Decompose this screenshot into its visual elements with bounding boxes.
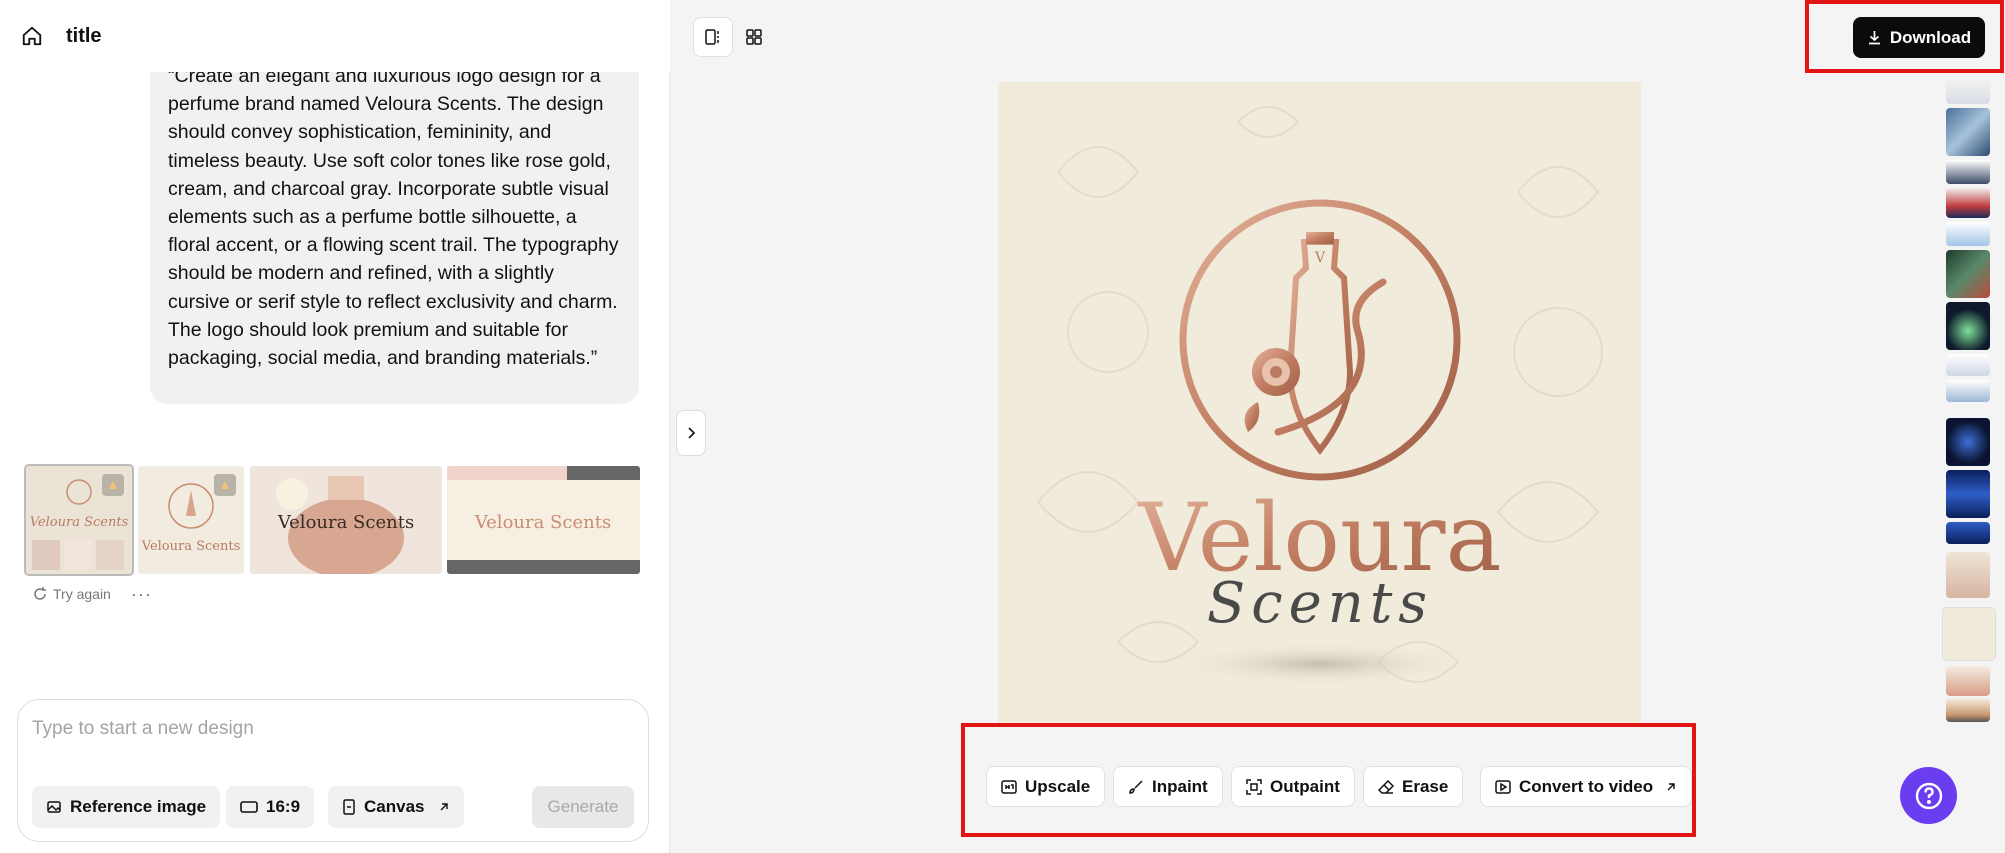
image-icon xyxy=(47,801,61,813)
result-thumbnail-2[interactable]: Veloura Scents xyxy=(138,466,244,574)
external-link-icon xyxy=(440,803,449,811)
single-view-icon xyxy=(705,29,719,45)
history-thumbnail[interactable] xyxy=(1946,250,1990,298)
try-again-button[interactable]: Try again xyxy=(32,586,111,602)
history-thumbnail[interactable] xyxy=(1946,302,1990,350)
prompt-message: “Create an elegant and luxurious logo de… xyxy=(150,40,639,404)
result-thumbnail-3[interactable]: Veloura Scents xyxy=(250,466,442,574)
history-thumbnail[interactable] xyxy=(1946,418,1990,466)
single-view-toggle[interactable] xyxy=(693,17,733,57)
reference-image-button[interactable]: Reference image xyxy=(32,786,221,828)
download-label: Download xyxy=(1889,27,1972,47)
result-thumbnail-1[interactable]: Veloura Scents xyxy=(26,466,132,574)
edit-badge-icon xyxy=(214,474,236,496)
prompt-message-text: “Create an elegant and luxurious logo de… xyxy=(168,65,619,370)
history-strip xyxy=(1943,78,1995,728)
inpaint-button[interactable]: Inpaint xyxy=(1113,766,1223,807)
history-thumbnail[interactable] xyxy=(1946,522,1990,544)
result-actions: Try again ··· xyxy=(32,585,152,603)
generate-button[interactable]: Generate xyxy=(532,786,634,828)
outpaint-button[interactable]: Outpaint xyxy=(1231,766,1355,807)
grid-icon xyxy=(746,29,762,45)
upscale-label: Upscale xyxy=(1025,776,1091,796)
page-title[interactable]: title xyxy=(66,25,102,48)
history-thumbnail[interactable] xyxy=(1946,470,1990,518)
design-composer: Type to start a new design Reference ima… xyxy=(17,699,649,842)
expand-panel-button[interactable] xyxy=(676,410,706,456)
home-icon[interactable] xyxy=(20,24,44,48)
history-thumbnail[interactable] xyxy=(1946,108,1990,156)
convert-to-video-label: Convert to video xyxy=(1519,776,1654,796)
thumb-brand-text: Veloura Scents xyxy=(474,512,611,533)
download-button[interactable]: Download xyxy=(1853,17,1985,58)
thumb-brand-text: Veloura Scents xyxy=(277,512,414,533)
convert-to-video-button[interactable]: Convert to video xyxy=(1480,766,1693,807)
top-bar: title xyxy=(0,0,670,72)
thumb-brand-text: Veloura Scents xyxy=(141,539,241,554)
edit-badge-icon xyxy=(102,474,124,496)
thumb-brand-text: Veloura Scents xyxy=(30,515,129,530)
grid-view-toggle[interactable] xyxy=(734,17,774,57)
history-thumbnail[interactable] xyxy=(1946,160,1990,184)
video-icon xyxy=(1495,779,1511,794)
aspect-ratio-icon xyxy=(240,801,258,813)
history-thumbnail-selected[interactable] xyxy=(1943,608,1995,660)
history-thumbnail[interactable] xyxy=(1946,188,1990,218)
upscale-icon xyxy=(1001,779,1017,794)
history-thumbnail[interactable] xyxy=(1946,380,1990,402)
try-again-label: Try again xyxy=(53,586,111,602)
erase-button[interactable]: Erase xyxy=(1363,766,1464,807)
history-thumbnail[interactable] xyxy=(1946,78,1990,104)
canvas-icon xyxy=(343,799,355,815)
generated-image-preview[interactable]: V Veloura Scents xyxy=(998,82,1641,724)
more-options-icon[interactable]: ··· xyxy=(131,585,152,603)
canvas-label: Canvas xyxy=(364,797,425,816)
outpaint-icon xyxy=(1246,778,1262,795)
brush-icon xyxy=(1129,779,1143,794)
reference-image-label: Reference image xyxy=(70,797,207,816)
history-thumbnail[interactable] xyxy=(1946,222,1990,246)
history-thumbnail[interactable] xyxy=(1946,552,1990,598)
download-icon xyxy=(1868,31,1880,45)
help-icon xyxy=(1915,782,1942,809)
chevron-right-icon xyxy=(688,427,696,439)
eraser-icon xyxy=(1378,779,1394,794)
upscale-button[interactable]: Upscale xyxy=(986,766,1106,807)
erase-label: Erase xyxy=(1402,776,1449,796)
history-thumbnail[interactable] xyxy=(1946,354,1990,376)
inpaint-label: Inpaint xyxy=(1152,776,1208,796)
brand-name-line2: Scents xyxy=(1207,571,1433,636)
prompt-input[interactable]: Type to start a new design xyxy=(32,718,254,740)
aspect-ratio-label: 16:9 xyxy=(266,797,301,816)
aspect-ratio-button[interactable]: 16:9 xyxy=(226,786,315,828)
external-link-icon xyxy=(1667,782,1675,790)
history-thumbnail[interactable] xyxy=(1946,666,1990,696)
outpaint-label: Outpaint xyxy=(1270,776,1340,796)
refresh-icon xyxy=(34,587,46,600)
result-thumbnail-4[interactable]: Veloura Scents xyxy=(447,466,640,574)
canvas-button[interactable]: Canvas xyxy=(328,786,465,828)
history-thumbnail[interactable] xyxy=(1946,698,1990,722)
monogram-text: V xyxy=(1314,250,1326,266)
chat-panel: “Create an elegant and luxurious logo de… xyxy=(0,0,670,853)
help-button[interactable] xyxy=(1900,767,1957,824)
